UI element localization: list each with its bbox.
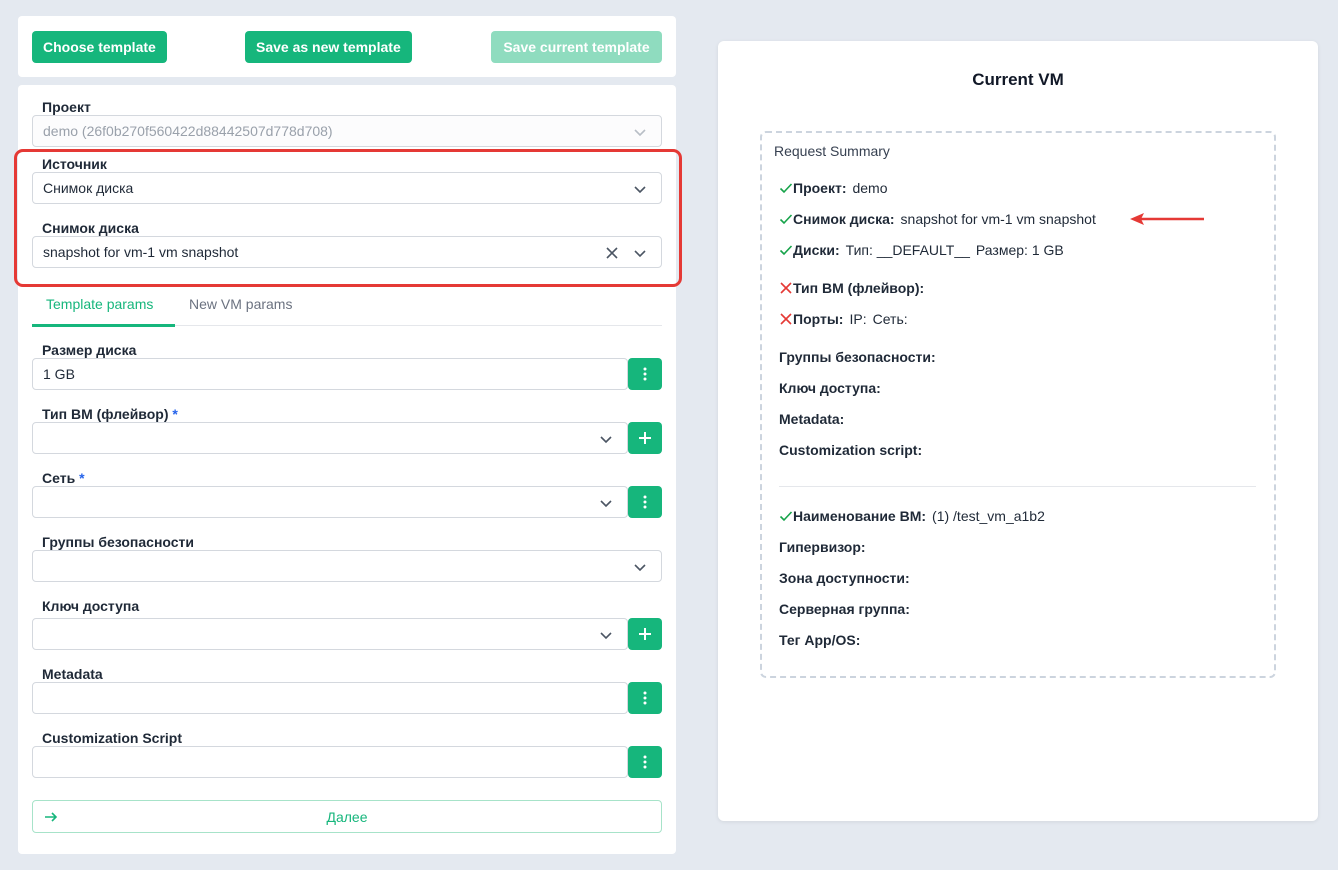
chevron-down-icon[interactable] [599,496,613,510]
plus-icon [639,628,651,640]
summary-disks-label: Диски: [793,242,840,258]
summary-metadata-label: Metadata: [779,411,845,427]
disk-size-value: 1 GB [43,366,75,382]
cross-icon [780,282,792,294]
summary-project: Проект: demo [779,180,888,196]
check-icon [779,245,793,256]
summary-security-groups: Группы безопасности: [779,349,936,365]
summary-disks-type-value: __DEFAULT__ [876,242,970,258]
access-key-select[interactable] [32,618,628,650]
add-access-key-button[interactable] [628,618,662,650]
current-vm-title: Current VM [972,70,1064,89]
chevron-down-icon [634,129,646,137]
summary-disks-size-label: Размер: [975,242,1028,258]
summary-access-key: Ключ доступа: [779,380,881,396]
summary-divider [779,486,1256,487]
disk-size-input[interactable]: 1 GB [32,358,628,390]
chevron-down-icon[interactable] [633,560,647,574]
plus-icon [639,432,651,444]
summary-vm-name-label: Наименование ВМ: [793,508,927,524]
check-icon [779,511,793,522]
flavor-label: Тип ВМ (флейвор) * [42,406,178,422]
summary-snapshot-label: Снимок диска: [793,211,895,227]
cross-icon [780,313,792,325]
security-groups-select[interactable] [32,550,662,582]
summary-metadata: Metadata: [779,411,844,427]
summary-customization-script: Customization script: [779,442,922,458]
summary-hypervisor: Гипервизор: [779,539,866,555]
summary-vm-name: Наименование ВМ: (1) /test_vm_a1b2 [779,508,1045,524]
summary-hypervisor-label: Гипервизор: [779,539,866,555]
kebab-menu-icon [643,755,647,769]
save-current-template-button: Save current template [491,31,662,63]
network-label-text: Сеть [42,470,76,486]
summary-project-label: Проект: [793,180,847,196]
summary-customization-script-label: Customization script: [779,442,923,458]
summary-server-group: Серверная группа: [779,601,910,617]
summary-disks-type-label: Тип: [845,242,873,258]
project-value: demo (26f0b270f560422d88442507d778d708) [43,123,333,139]
security-groups-label: Группы безопасности [42,534,195,550]
customization-script-input[interactable] [32,746,628,778]
required-mark: * [172,406,178,422]
summary-ports-net-label: Сеть: [872,311,908,327]
required-mark: * [79,470,85,486]
summary-snapshot: Снимок диска: snapshot for vm-1 vm snapsh… [779,211,1096,227]
customization-script-menu-button[interactable] [628,746,662,778]
request-summary-title: Request Summary [774,143,890,159]
chevron-down-icon[interactable] [599,628,613,642]
summary-app-os-tag: Тег App/OS: [779,632,860,648]
metadata-label: Metadata [42,666,103,682]
next-button-label: Далее [326,809,368,825]
annotation-arrow [1130,213,1204,225]
highlight-frame [14,149,682,287]
project-label: Проект [42,99,91,115]
summary-flavor-label: Тип ВМ (флейвор): [793,280,925,296]
flavor-label-text: Тип ВМ (флейвор) [42,406,169,422]
next-button[interactable]: Далее [32,800,662,833]
disk-size-menu-button[interactable] [628,358,662,390]
summary-app-os-tag-label: Тег App/OS: [779,632,861,648]
network-select[interactable] [32,486,628,518]
check-icon [779,214,793,225]
network-label: Сеть * [42,470,85,486]
summary-ports-ip-label: IP: [849,311,867,327]
flavor-select[interactable] [32,422,628,454]
check-icon [779,183,793,194]
project-select[interactable]: demo (26f0b270f560422d88442507d778d708) [32,115,662,147]
access-key-label: Ключ доступа [42,598,140,614]
summary-security-groups-label: Группы безопасности: [779,349,936,365]
summary-access-key-label: Ключ доступа: [779,380,881,396]
tab-template-params[interactable]: Template params [46,296,153,312]
add-flavor-button[interactable] [628,422,662,454]
choose-template-button[interactable]: Choose template [32,31,167,63]
chevron-down-icon[interactable] [599,432,613,446]
metadata-input[interactable] [32,682,628,714]
kebab-menu-icon [643,691,647,705]
kebab-menu-icon [643,367,647,381]
summary-ports: Порты: IP: Сеть: [779,311,908,327]
summary-flavor: Тип ВМ (флейвор): [779,280,924,296]
summary-availability-zone-label: Зона доступности: [779,570,910,586]
tab-active-underline [32,324,175,327]
summary-disks: Диски: Тип: __DEFAULT__ Размер: 1 GB [779,242,1064,258]
network-menu-button[interactable] [628,486,662,518]
summary-vm-name-value: (1) /test_vm_a1b2 [932,508,1045,524]
summary-ports-label: Порты: [793,311,844,327]
disk-size-label: Размер диска [42,342,137,358]
tab-new-vm-params[interactable]: New VM params [189,296,292,312]
metadata-menu-button[interactable] [628,682,662,714]
save-as-new-template-button[interactable]: Save as new template [245,31,412,63]
kebab-menu-icon [643,495,647,509]
summary-disks-size-value: 1 GB [1031,242,1064,258]
summary-snapshot-value: snapshot for vm-1 vm snapshot [900,211,1096,227]
summary-project-value: demo [852,180,888,196]
summary-server-group-label: Серверная группа: [779,601,910,617]
customization-script-label: Customization Script [42,730,183,746]
summary-availability-zone: Зона доступности: [779,570,910,586]
